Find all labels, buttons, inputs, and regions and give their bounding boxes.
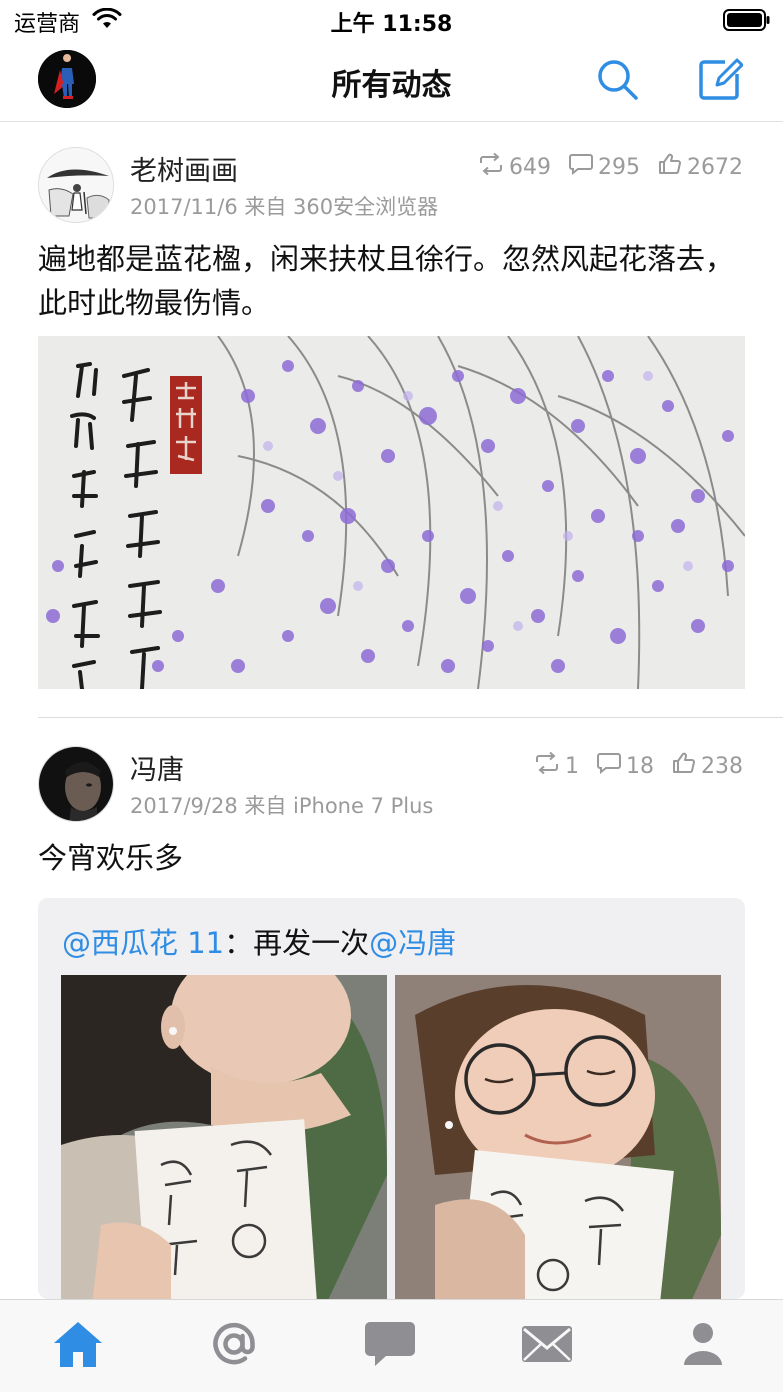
repost-icon	[478, 152, 504, 181]
battery-icon	[723, 8, 771, 36]
repost-mention-target[interactable]: @冯唐	[369, 926, 456, 960]
page-title: 所有动态	[331, 68, 452, 103]
chat-icon	[364, 1320, 416, 1372]
post-author-name[interactable]: 冯唐	[130, 748, 184, 787]
post-image[interactable]	[38, 336, 745, 689]
repost-icon	[534, 751, 560, 780]
feed[interactable]: 老树画画 2017/11/6 来自 360安全浏览器 649 295 2672	[0, 123, 783, 1299]
repost-image-2[interactable]	[395, 975, 721, 1299]
like-icon	[672, 752, 696, 780]
like-stat[interactable]: 238	[672, 752, 743, 780]
comment-icon	[569, 153, 593, 181]
home-icon	[51, 1319, 105, 1373]
post-author-avatar[interactable]	[38, 746, 114, 822]
comment-count: 295	[598, 154, 640, 180]
compose-icon[interactable]	[699, 56, 744, 106]
repost-count: 1	[565, 753, 579, 779]
repost-stat[interactable]: 1	[534, 751, 579, 780]
like-icon	[658, 153, 682, 181]
at-icon	[209, 1319, 259, 1373]
post-card[interactable]: 冯唐 2017/9/28 来自 iPhone 7 Plus 1 18 238 今…	[0, 718, 783, 1299]
tab-mail[interactable]	[517, 1318, 577, 1374]
tab-messages[interactable]	[360, 1318, 420, 1374]
comment-count: 18	[626, 753, 654, 779]
profile-icon	[681, 1321, 725, 1371]
post-meta: 2017/11/6 来自 360安全浏览器	[130, 195, 439, 219]
mail-icon	[521, 1324, 573, 1368]
tab-mentions[interactable]	[204, 1318, 264, 1374]
status-time: 上午 11:58	[330, 12, 453, 37]
tab-bar	[0, 1299, 783, 1392]
tab-profile[interactable]	[673, 1318, 733, 1374]
tab-home[interactable]	[48, 1318, 108, 1374]
post-author-avatar[interactable]	[38, 147, 114, 223]
comment-icon	[597, 752, 621, 780]
like-count: 238	[701, 753, 743, 779]
repost-stat[interactable]: 649	[478, 152, 551, 181]
comment-stat[interactable]: 18	[597, 752, 654, 780]
repost-card[interactable]: @西瓜花 11：再发一次@冯唐	[38, 898, 745, 1299]
nav-bar: 所有动态	[0, 40, 783, 122]
repost-image-1[interactable]	[61, 975, 387, 1299]
repost-count: 649	[509, 154, 551, 180]
post-card[interactable]: 老树画画 2017/11/6 来自 360安全浏览器 649 295 2672	[0, 123, 783, 718]
post-author-name[interactable]: 老树画画	[130, 149, 238, 188]
comment-stat[interactable]: 295	[569, 153, 640, 181]
repost-body: 再发一次	[253, 926, 370, 960]
like-count: 2672	[687, 154, 743, 180]
search-icon[interactable]	[596, 58, 640, 106]
repost-mention-user[interactable]: @西瓜花 11	[62, 926, 224, 960]
status-bar: 运营商 上午 11:58	[0, 0, 783, 40]
repost-text: @西瓜花 11：再发一次@冯唐	[62, 920, 456, 962]
post-stats: 649 295 2672	[478, 152, 743, 181]
post-meta: 2017/9/28 来自 iPhone 7 Plus	[130, 794, 434, 818]
like-stat[interactable]: 2672	[658, 153, 743, 181]
post-text: 遍地都是蓝花楹，闲来扶杖且徐行。忽然风起花落去，此时此物最伤情。	[38, 242, 735, 320]
post-stats: 1 18 238	[534, 751, 743, 780]
post-text: 今宵欢乐多	[38, 841, 184, 875]
repost-separator: ：	[224, 926, 254, 960]
